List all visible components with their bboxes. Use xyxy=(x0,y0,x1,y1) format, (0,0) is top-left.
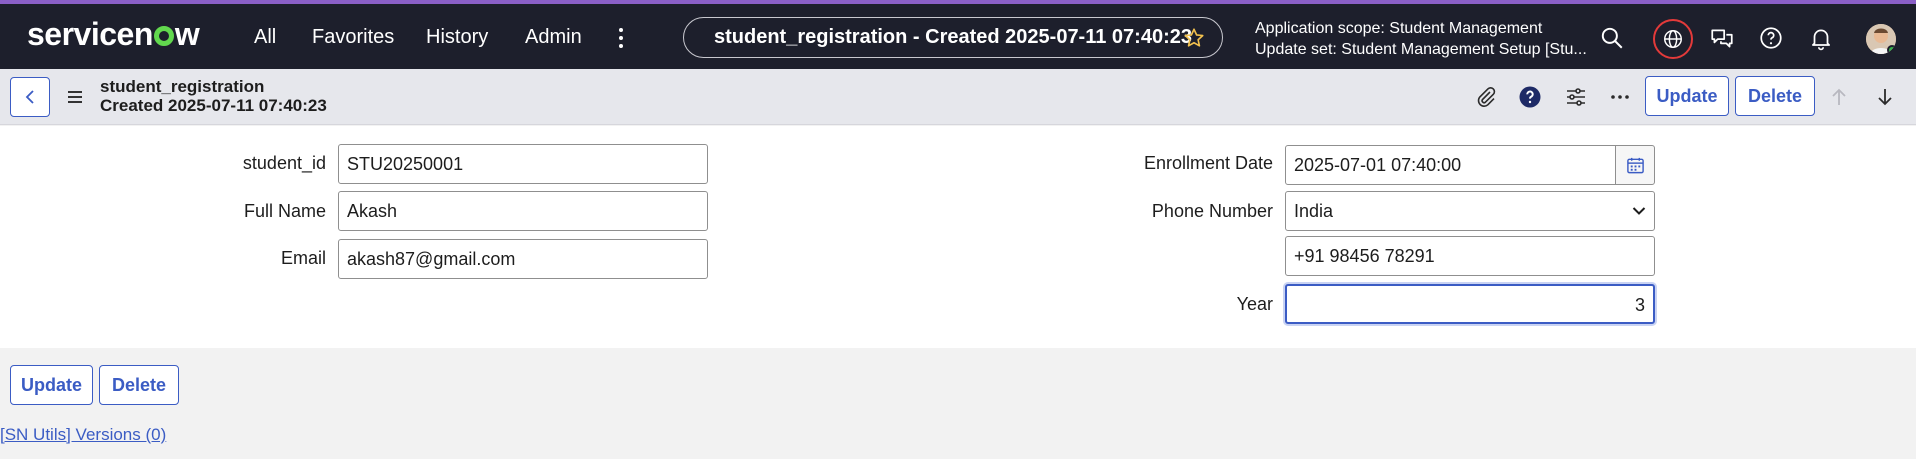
bell-icon[interactable] xyxy=(1808,25,1834,51)
email-label: Email xyxy=(280,248,326,268)
nav-all[interactable]: All xyxy=(254,26,276,49)
record-title-pill[interactable]: student_registration - Created 2025-07-1… xyxy=(683,17,1223,58)
header-delete-button[interactable]: Delete xyxy=(1735,76,1815,116)
attachment-icon[interactable] xyxy=(1474,85,1498,109)
versions-link[interactable]: [SN Utils] Versions (0) xyxy=(0,425,166,445)
student-id-label: student_id xyxy=(242,153,326,173)
update-set: Update set: Student Management Setup [St… xyxy=(1255,41,1587,58)
chat-icon[interactable] xyxy=(1709,25,1735,51)
star-icon[interactable] xyxy=(1183,27,1205,49)
phone-country-select[interactable]: India xyxy=(1285,191,1655,231)
chevron-down-icon xyxy=(1632,207,1646,215)
form-record-created: Created 2025-07-11 07:40:23 xyxy=(100,96,327,115)
nav-admin[interactable]: Admin xyxy=(525,26,582,49)
footer-delete-button[interactable]: Delete xyxy=(99,365,179,405)
phone-country-value: India xyxy=(1294,201,1334,221)
back-button[interactable] xyxy=(10,77,50,117)
top-navigation-bar: servicen w All Favorites History Admin st… xyxy=(0,0,1916,69)
globe-icon xyxy=(1664,30,1682,48)
arrow-up-icon[interactable] xyxy=(1827,85,1851,109)
calendar-button[interactable] xyxy=(1615,145,1655,185)
form-table-name: student_registration xyxy=(100,77,265,96)
scope-info[interactable]: Application scope: Student Management Up… xyxy=(1255,18,1590,60)
year-label: Year xyxy=(1236,294,1273,314)
year-field[interactable]: 3 xyxy=(1285,284,1655,324)
full-name-field[interactable]: Akash xyxy=(338,191,708,231)
phone-number-label: Phone Number xyxy=(1151,201,1273,221)
online-status-icon xyxy=(1887,45,1896,54)
more-menu-icon[interactable] xyxy=(616,28,626,50)
more-options-icon[interactable] xyxy=(1608,85,1632,109)
search-icon[interactable] xyxy=(1599,25,1625,51)
nav-history[interactable]: History xyxy=(426,26,488,49)
calendar-icon xyxy=(1627,157,1644,174)
help-icon[interactable] xyxy=(1758,25,1784,51)
servicenow-logo[interactable]: servicen w xyxy=(27,16,200,53)
form-header: student_registration Created 2025-07-11 … xyxy=(0,69,1916,125)
chevron-left-icon xyxy=(25,90,34,104)
application-scope: Application scope: Student Management xyxy=(1255,20,1543,37)
enrollment-date-label: Enrollment Date xyxy=(1143,153,1273,173)
personalize-sliders-icon[interactable] xyxy=(1564,85,1588,109)
record-title: student_registration - Created 2025-07-1… xyxy=(714,26,1192,48)
email-field[interactable]: akash87@gmail.com xyxy=(338,239,708,279)
footer-update-button[interactable]: Update xyxy=(10,365,93,405)
nav-favorites[interactable]: Favorites xyxy=(312,26,394,49)
user-avatar[interactable] xyxy=(1866,24,1896,54)
phone-number-field[interactable]: +91 98456 78291 xyxy=(1285,236,1655,276)
student-id-field[interactable]: STU20250001 xyxy=(338,144,708,184)
header-update-button[interactable]: Update xyxy=(1645,76,1729,116)
arrow-down-icon[interactable] xyxy=(1873,85,1897,109)
help-circle-icon[interactable] xyxy=(1518,85,1542,109)
enrollment-date-field[interactable]: 2025-07-01 07:40:00 xyxy=(1285,145,1616,185)
language-globe-button[interactable] xyxy=(1653,19,1693,59)
context-menu-icon[interactable] xyxy=(68,91,82,103)
full-name-label: Full Name xyxy=(243,201,326,221)
